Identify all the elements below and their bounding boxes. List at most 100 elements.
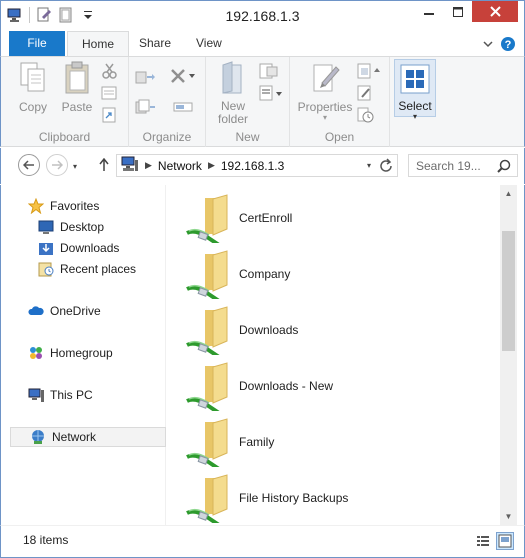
nav-recent-places[interactable]: Recent places bbox=[38, 259, 136, 279]
open-icon[interactable] bbox=[356, 63, 382, 79]
up-button[interactable] bbox=[95, 154, 113, 176]
properties-large-icon bbox=[294, 61, 356, 98]
search-icon[interactable] bbox=[497, 159, 511, 176]
delete-icon[interactable] bbox=[169, 67, 197, 83]
new-folder-button[interactable]: New folder bbox=[212, 61, 254, 126]
large-icons-view-button[interactable] bbox=[496, 532, 514, 550]
nav-network[interactable]: Network bbox=[10, 427, 166, 447]
scrollbar-thumb[interactable] bbox=[502, 231, 515, 351]
list-item[interactable]: Downloads bbox=[185, 302, 298, 359]
nav-thispc-label: This PC bbox=[50, 388, 93, 402]
minimize-button[interactable] bbox=[414, 1, 443, 22]
properties-button[interactable]: Properties ▾ bbox=[294, 61, 356, 122]
folder-name: File History Backups bbox=[239, 491, 349, 505]
status-bar: 18 items bbox=[0, 525, 525, 558]
recent-locations-icon[interactable]: ▾ bbox=[73, 162, 77, 171]
search-input[interactable]: Search 19... bbox=[408, 154, 518, 177]
select-label: Select bbox=[398, 99, 432, 113]
breadcrumb-ip[interactable]: 192.168.1.3 bbox=[221, 159, 284, 173]
shared-folder-icon bbox=[185, 361, 233, 415]
rename-icon[interactable] bbox=[173, 99, 195, 115]
address-input[interactable]: ▶ Network ▶ 192.168.1.3 ▾ bbox=[116, 154, 398, 177]
properties-label: Properties bbox=[297, 100, 353, 114]
window-right-edge bbox=[517, 185, 525, 525]
select-button[interactable]: Select ▾ bbox=[394, 59, 436, 121]
new-folder-icon bbox=[212, 61, 254, 98]
forward-button[interactable] bbox=[46, 154, 68, 176]
list-item[interactable]: CertEnroll bbox=[185, 190, 292, 247]
address-bar-row: ▾ ▶ Network ▶ 192.168.1.3 ▾ Search 19... bbox=[0, 148, 525, 184]
copy-path-icon[interactable] bbox=[101, 85, 119, 101]
arrow-left-icon bbox=[23, 160, 34, 170]
list-item[interactable]: Downloads - New bbox=[185, 358, 334, 415]
arrow-up-icon bbox=[99, 158, 109, 171]
nav-favorites-label: Favorites bbox=[50, 199, 100, 213]
nav-this-pc[interactable]: This PC bbox=[28, 385, 93, 405]
edit-icon[interactable] bbox=[356, 85, 374, 101]
nav-onedrive[interactable]: OneDrive bbox=[28, 301, 101, 321]
breadcrumb-chevron-icon[interactable]: ▶ bbox=[145, 160, 152, 171]
details-view-icon bbox=[477, 536, 489, 546]
folder-name: Family bbox=[239, 435, 275, 449]
paste-icon bbox=[57, 61, 97, 98]
nav-favorites[interactable]: Favorites bbox=[27, 196, 100, 216]
tab-home[interactable]: Home bbox=[67, 31, 130, 57]
clipboard-group-label: Clipboard bbox=[38, 130, 91, 144]
tab-file[interactable]: File bbox=[9, 31, 65, 56]
maximize-button[interactable] bbox=[443, 1, 472, 22]
ribbon: Copy Paste Clipboard Organize New folder… bbox=[0, 56, 525, 147]
breadcrumb-chevron-icon[interactable]: ▶ bbox=[208, 160, 215, 171]
shared-folder-icon bbox=[185, 473, 233, 527]
tab-share[interactable]: Share bbox=[125, 31, 185, 56]
breadcrumb-network[interactable]: Network bbox=[158, 159, 202, 173]
move-to-icon[interactable] bbox=[135, 69, 157, 85]
tab-view[interactable]: View bbox=[182, 31, 236, 56]
open-group: Properties ▾ Open bbox=[290, 57, 390, 147]
list-item[interactable]: Company bbox=[185, 246, 290, 303]
copy-button[interactable]: Copy bbox=[13, 61, 53, 114]
recent-places-icon bbox=[38, 261, 54, 277]
copy-to-icon[interactable] bbox=[135, 99, 157, 115]
cloud-icon bbox=[28, 303, 44, 319]
cut-icon[interactable] bbox=[101, 63, 119, 79]
list-item[interactable]: Family bbox=[185, 414, 275, 471]
shared-folder-icon bbox=[185, 305, 233, 359]
nav-homegroup[interactable]: Homegroup bbox=[28, 343, 113, 363]
nav-downloads-label: Downloads bbox=[60, 241, 120, 255]
item-count: 18 items bbox=[23, 533, 69, 547]
organize-group: Organize bbox=[129, 57, 206, 147]
scroll-up-icon[interactable]: ▲ bbox=[500, 185, 517, 202]
nav-onedrive-label: OneDrive bbox=[50, 304, 101, 318]
ribbon-tabs: File Home Share View ? bbox=[0, 31, 525, 57]
computer-icon bbox=[28, 387, 44, 403]
address-dropdown-icon[interactable]: ▾ bbox=[367, 161, 371, 170]
paste-shortcut-icon[interactable] bbox=[101, 107, 119, 123]
refresh-icon[interactable] bbox=[378, 158, 394, 177]
clipboard-group: Copy Paste Clipboard bbox=[1, 57, 129, 147]
history-icon[interactable] bbox=[356, 107, 374, 123]
details-view-button[interactable] bbox=[474, 532, 492, 550]
nav-network-label: Network bbox=[52, 430, 97, 444]
close-button[interactable] bbox=[472, 1, 518, 22]
easy-access-icon[interactable] bbox=[258, 85, 286, 101]
help-icon[interactable]: ? bbox=[500, 36, 516, 55]
nav-recent-label: Recent places bbox=[60, 262, 137, 276]
list-item[interactable]: File History Backups bbox=[185, 470, 349, 527]
file-list: CertEnroll Company Downloads Downloads -… bbox=[166, 185, 500, 527]
view-switcher bbox=[474, 532, 514, 550]
navigation-pane: Favorites Desktop Downloads Recent place… bbox=[0, 185, 166, 525]
vertical-scrollbar[interactable]: ▲ ▼ bbox=[500, 185, 517, 525]
paste-button[interactable]: Paste bbox=[57, 61, 97, 114]
shared-folder-icon bbox=[185, 249, 233, 303]
nav-desktop[interactable]: Desktop bbox=[38, 217, 104, 237]
folder-name: Downloads - New bbox=[239, 379, 334, 393]
scroll-down-icon[interactable]: ▼ bbox=[500, 508, 517, 525]
select-all-icon bbox=[395, 64, 435, 97]
back-button[interactable] bbox=[18, 154, 40, 176]
shared-folder-icon bbox=[185, 193, 233, 247]
homegroup-icon bbox=[28, 345, 44, 361]
new-item-icon[interactable] bbox=[258, 63, 280, 79]
arrow-right-icon bbox=[52, 160, 63, 170]
chevron-down-icon[interactable] bbox=[482, 38, 494, 53]
nav-downloads[interactable]: Downloads bbox=[38, 238, 119, 258]
